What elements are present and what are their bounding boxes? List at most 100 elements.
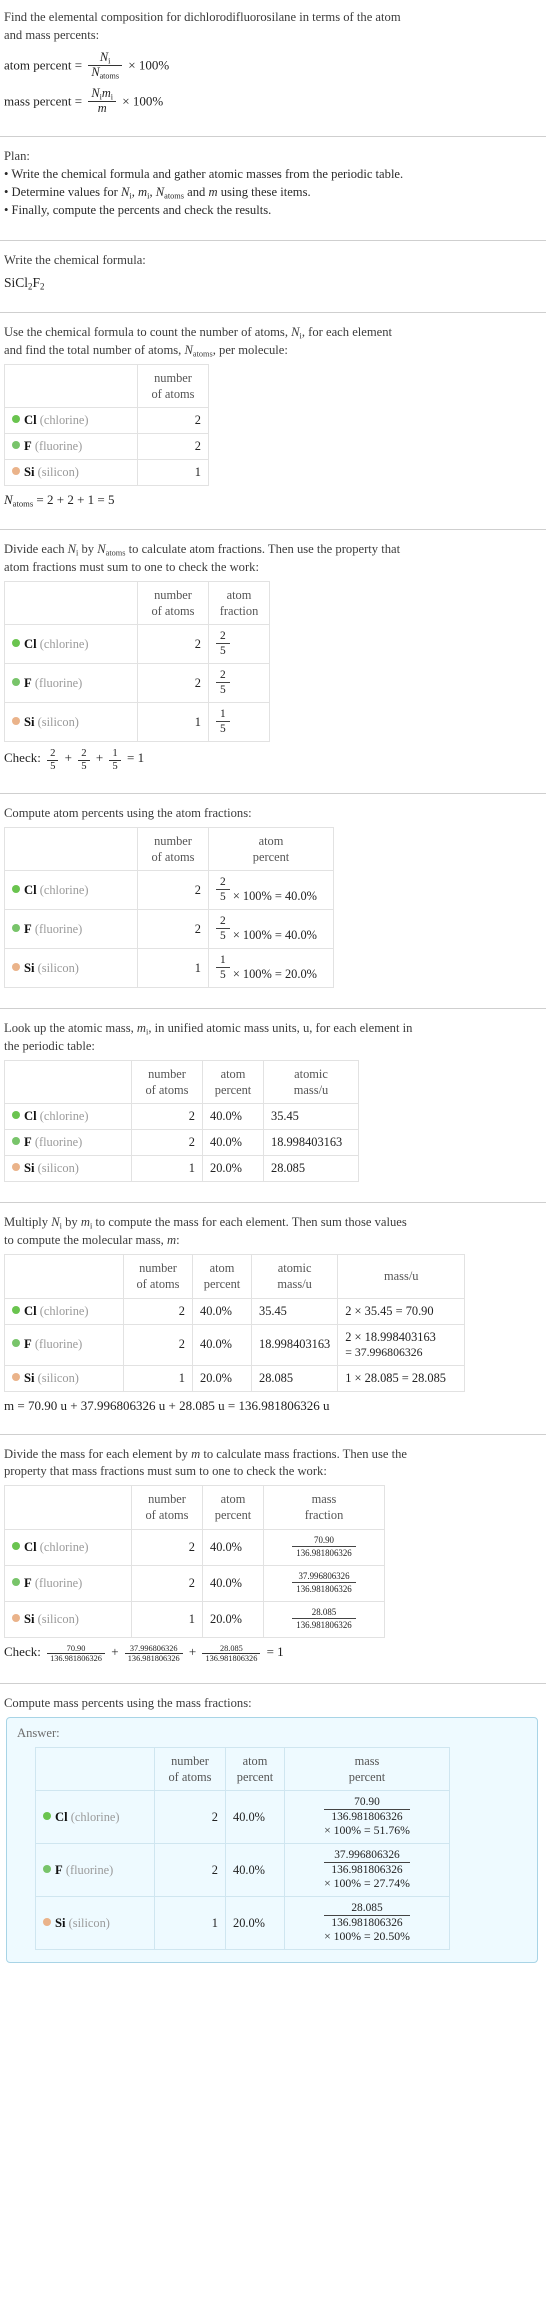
atom-percent-fluorine: 40.0% (192, 1323, 252, 1366)
mass-percent-table: number of atoms atom percent mass percent C… (35, 1747, 450, 1951)
header-atom-percent: atom percent (202, 1485, 264, 1530)
atom-percent-label: atom percent = (4, 57, 83, 73)
header-number-of-atoms: number of atoms (131, 1059, 203, 1105)
count-silicon: 1 (131, 1155, 203, 1183)
count-atoms-section: Use the chemical formula to count the nu… (0, 324, 546, 518)
mass-product-silicon: 1 × 28.085 = 28.085 (337, 1364, 466, 1392)
atom-percent-silicon: 20.0% (192, 1364, 252, 1392)
mass-percent-fraction: Nimi m (88, 86, 117, 116)
element-color-dot-fluorine (12, 441, 20, 450)
element-cell-chlorine: Cl (chlorine) (4, 1297, 124, 1325)
mass-percent-formula: mass percent = Nimi m × 100% (4, 86, 540, 116)
divider (0, 135, 546, 137)
element-color-dot-chlorine (12, 638, 20, 647)
mass-percent-label: mass percent = (4, 92, 83, 108)
element-color-dot-chlorine (12, 884, 20, 893)
element-cell-fluorine: F (fluorine) (4, 1564, 132, 1602)
mass-product-chlorine: 2 × 35.45 = 70.90 (337, 1297, 466, 1325)
header-number-of-atoms: number of atoms (123, 1254, 193, 1299)
intro-line-2: and mass percents: (4, 27, 100, 42)
divider (0, 1683, 546, 1685)
atomic-mass-silicon: 28.085 (263, 1155, 359, 1183)
molecular-mass-total: m = 70.90 u + 37.996806326 u + 28.085 u … (4, 1397, 330, 1413)
element-cell-chlorine: Cl (chlorine) (4, 624, 138, 665)
solution-page: Find the elemental composition for dichl… (0, 0, 546, 1964)
header-atom-percent: atom percent (202, 1059, 264, 1105)
mass-percent-section: Compute mass percents using the mass fra… (0, 1695, 546, 1964)
count-atoms-table: number of atoms Cl (chlorine) 2 F (fluor… (4, 364, 209, 487)
element-cell-chlorine: Cl (chlorine) (4, 1528, 132, 1566)
atom-percent-fluorine: 40.0% (202, 1564, 264, 1602)
table-row: Cl (chlorine) 2 40.0% 70.90 136.981806326… (35, 1790, 450, 1845)
mass-percent-fluorine: 37.996806326 136.981806326 × 100% = 27.74% (284, 1843, 450, 1898)
table-row: Si (silicon) 1 20.0% 28.085 136.981806326… (35, 1896, 450, 1951)
table-header-row: number of atoms atom percent mass fraction (4, 1485, 385, 1530)
intro-line-1: Find the elemental composition for dichl… (4, 10, 401, 24)
element-cell-fluorine: F (fluorine) (35, 1843, 155, 1898)
table-row: Si (silicon) 1 20.0% 28.085 136.981806326 (4, 1600, 385, 1638)
element-cell-chlorine: Cl (chlorine) (35, 1790, 155, 1845)
atom-fraction-check-line: Check: 25 + 25 + 15 = 1 (4, 748, 145, 772)
mass-percent-times: × 100% (122, 92, 164, 108)
table-row: Cl (chlorine) 2 (4, 407, 209, 435)
answer-box: Answer: number of atoms atom percent mass p… (6, 1717, 538, 1964)
atom-percent-section: Compute atom percents using the atom fra… (0, 805, 546, 997)
mass-percent-denominator: m (88, 100, 117, 116)
atom-fraction-section: Divide each Ni by Natoms to calculate at… (0, 541, 546, 782)
count-fluorine: 2 (137, 433, 209, 461)
atom-percent-table: number of atoms atom percent Cl (chlorine)… (4, 826, 334, 988)
table-body: Cl (chlorine) 2 40.0% 70.90 136.981806326… (4, 1528, 385, 1638)
element-color-dot-fluorine (12, 1137, 20, 1146)
header-atomic-mass: atomic mass/u (263, 1059, 359, 1105)
atom-percent-fraction: Ni Natoms (88, 50, 123, 81)
atom-percent-chlorine: 40.0% (202, 1528, 264, 1566)
element-cell-chlorine: Cl (chlorine) (4, 1103, 132, 1131)
header-blank (4, 1254, 124, 1299)
atom-percent-prompt: Compute atom percents using the atom fra… (4, 805, 252, 820)
table-row: F (fluorine) 2 40.0% 18.998403163 2 × 18… (4, 1323, 466, 1366)
atomic-mass-prompt-line-1: Look up the atomic mass, mi, in unified … (4, 1021, 413, 1037)
count-chlorine: 2 (154, 1790, 226, 1845)
header-blank (35, 1747, 155, 1792)
divider (0, 528, 546, 530)
atom-percent-silicon: 20.0% (202, 1155, 264, 1183)
plan-bullet-1: • Write the chemical formula and gather … (4, 166, 404, 181)
element-cell-silicon: Si (silicon) (35, 1896, 155, 1951)
table-header-row: number of atoms atom percent atomic mass/u … (4, 1254, 466, 1299)
table-body: Cl (chlorine) 2 25 F (fluorine) 2 25 Si … (4, 624, 270, 743)
mass-fraction-silicon: 28.085 136.981806326 (263, 1600, 385, 1638)
mass-fraction-chlorine: 70.90 136.981806326 (263, 1528, 385, 1566)
atom-percent-silicon: 15 × 100% = 20.0% (208, 948, 334, 988)
total-atoms-line: Natoms = 2 + 2 + 1 = 5 (4, 492, 115, 509)
chemical-formula: SiCl2F2 (4, 275, 45, 292)
element-cell-silicon: Si (silicon) (4, 948, 138, 988)
mass-section: Multiply Ni by mi to compute the mass fo… (0, 1214, 546, 1422)
element-color-dot-silicon (12, 962, 20, 971)
table-row: F (fluorine) 2 40.0% 37.996806326 136.981… (4, 1564, 385, 1602)
mass-fraction-prompt-line-2: property that mass fractions must sum to… (4, 1464, 327, 1479)
mass-prompt-line-1: Multiply Ni by mi to compute the mass fo… (4, 1215, 407, 1231)
count-chlorine: 2 (137, 624, 209, 665)
header-number-of-atoms: number of atoms (137, 826, 209, 872)
element-color-dot-fluorine (12, 677, 20, 686)
count-chlorine: 2 (137, 870, 209, 910)
atom-percent-times: × 100% (128, 57, 170, 73)
element-color-dot-silicon (43, 1917, 51, 1926)
mass-table: number of atoms atom percent atomic mass/u … (4, 1254, 466, 1392)
atom-percent-formula: atom percent = Ni Natoms × 100% (4, 50, 540, 81)
table-body: Cl (chlorine) 2 25 × 100% = 40.0% F (flu… (4, 870, 334, 988)
atom-percent-fluorine: 40.0% (202, 1129, 264, 1157)
answer-label: Answer: (17, 1726, 60, 1741)
header-blank (4, 826, 138, 872)
mass-fraction-prompt-line-1: Divide the mass for each element by m to… (4, 1446, 407, 1461)
header-blank (4, 1485, 132, 1530)
count-silicon: 1 (137, 459, 209, 487)
element-color-dot-fluorine (12, 923, 20, 932)
header-atom-percent: atom percent (192, 1254, 252, 1299)
mass-prompt-line-2: to compute the molecular mass, m: (4, 1233, 180, 1248)
table-row: Si (silicon) 1 15 × 100% = 20.0% (4, 948, 334, 988)
element-color-dot-chlorine (12, 1305, 20, 1314)
table-row: Cl (chlorine) 2 40.0% 35.45 (4, 1103, 359, 1131)
element-color-dot-chlorine (12, 1111, 20, 1120)
atom-percent-silicon: 20.0% (225, 1896, 285, 1951)
